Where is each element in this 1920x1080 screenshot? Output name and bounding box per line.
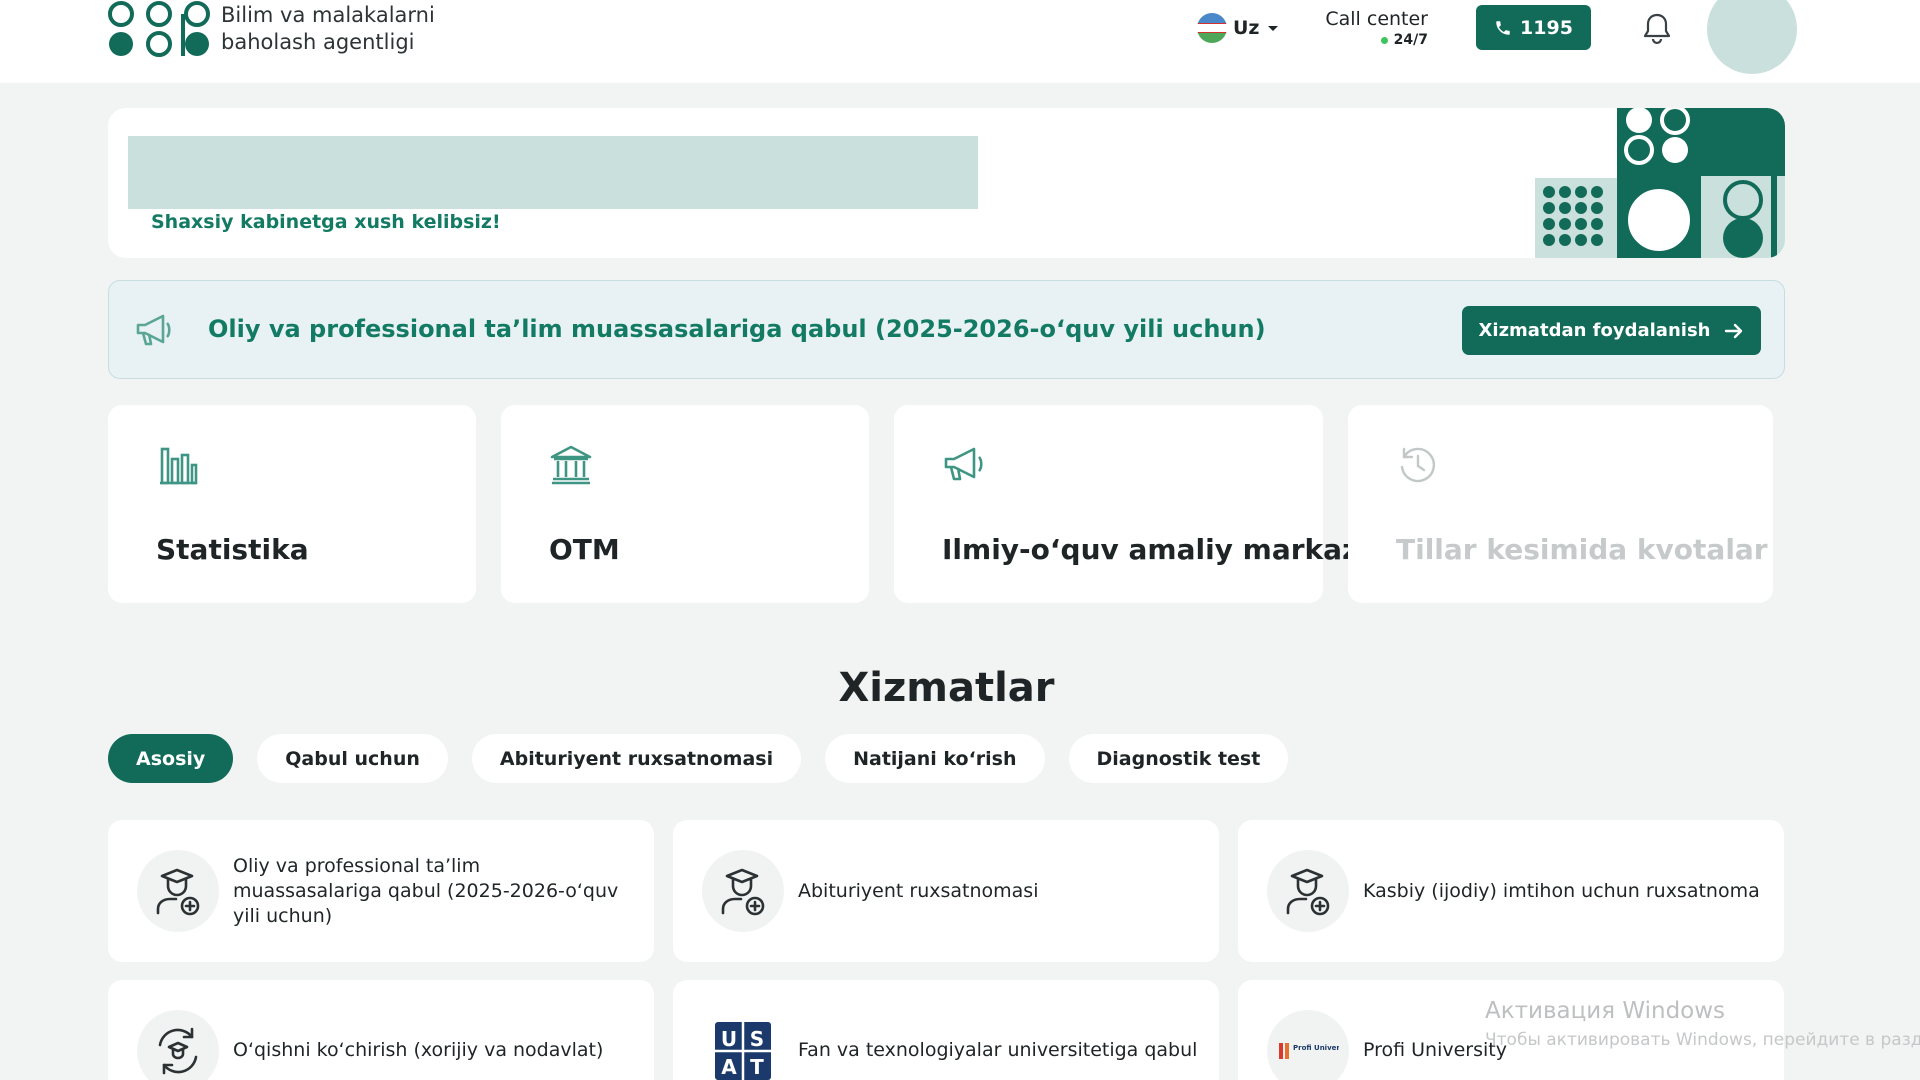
phone-icon (1496, 20, 1510, 35)
quick-link-label: OTM (549, 533, 620, 566)
graduate-add-icon (721, 868, 765, 916)
service-card-label: Fan va texnologiyalar universitetiga qab… (798, 1038, 1198, 1061)
quick-link-ilmiy-markazi[interactable]: Ilmiy-o‘quv amaliy markazi (894, 405, 1368, 603)
usat-letter: T (750, 1055, 764, 1079)
service-icon-circle (1267, 850, 1349, 932)
language-selector[interactable]: Uz (1197, 12, 1278, 44)
service-card-kasbiy-imtihon[interactable]: Kasbiy (ijodiy) imtihon uchun ruxsatnoma (1238, 820, 1784, 962)
megaphone-icon (944, 447, 983, 481)
service-icon-circle: U S A T (702, 1010, 784, 1080)
agency-name-line2: baholash agentligi (221, 30, 415, 54)
clock-history-icon (1400, 447, 1436, 483)
arrow-right-icon (1725, 323, 1743, 338)
usat-letter: S (750, 1027, 764, 1051)
service-icon-circle (702, 850, 784, 932)
tab-abituriyent-ruxsatnomasi[interactable]: Abituriyent ruxsatnomasi (471, 734, 802, 783)
quick-link-statistika[interactable]: Statistika (108, 405, 476, 603)
service-card-oqishni-kochirish[interactable]: O‘qishni ko‘chirish (xorijiy va nodavlat… (108, 980, 654, 1080)
phone-call-button[interactable]: 1195 (1476, 5, 1591, 50)
service-icon-circle (137, 1010, 219, 1080)
admission-announcement: Oliy va professional ta’lim muassasalari… (108, 280, 1785, 379)
profi-university-logo: Profi University (1279, 1043, 1339, 1059)
announcement-text: Oliy va professional ta’lim muassasalari… (208, 315, 1266, 343)
service-card-label: Abituriyent ruxsatnomasi (798, 879, 1039, 902)
call-center-info: Call center 24/7 (1310, 8, 1428, 48)
chevron-down-icon (1267, 25, 1278, 31)
user-avatar[interactable] (1707, 0, 1797, 74)
top-header: Bilim va malakalarni baholash agentligi … (0, 0, 1920, 83)
language-code: Uz (1233, 17, 1260, 39)
call-center-hours: 24/7 (1310, 32, 1428, 48)
bar-chart-icon (160, 447, 198, 485)
megaphone-icon (136, 314, 171, 346)
services-title: Xizmatlar (838, 665, 1055, 711)
windows-activation-hint: Чтобы активировать Windows, перейдите в … (1485, 1030, 1920, 1050)
uzbekistan-flag-icon (1197, 13, 1227, 43)
agency-name-line1: Bilim va malakalarni (221, 3, 435, 27)
university-building-icon (550, 445, 592, 485)
agency-logo[interactable] (108, 0, 212, 58)
service-card-fan-texnologiyalar[interactable]: U S A T Fan va texnologiyalar universite… (673, 980, 1219, 1080)
use-service-button-label: Xizmatdan foydalanish (1478, 320, 1711, 341)
quick-link-label: Tillar kesimida kvotalar (1396, 533, 1768, 566)
phone-number: 1195 (1520, 16, 1573, 39)
service-card-label: O‘qishni ko‘chirish (xorijiy va nodavlat… (233, 1038, 604, 1061)
call-center-title: Call center (1325, 8, 1428, 30)
profi-logo-text: Profi University (1293, 1044, 1339, 1052)
service-tabs: Asosiy Qabul uchun Abituriyent ruxsatnom… (108, 734, 1289, 783)
service-card-label: Kasbiy (ijodiy) imtihon uchun ruxsatnoma (1363, 879, 1760, 902)
graduate-transfer-icon (158, 1027, 198, 1075)
decorative-pattern (1535, 108, 1785, 258)
tab-natijani-korish[interactable]: Natijani ko‘rish (825, 734, 1045, 783)
call-center-hours-text: 24/7 (1393, 32, 1428, 48)
service-card-admission[interactable]: Oliy va professional ta’lim muassasalari… (108, 820, 654, 962)
notification-bell-icon[interactable] (1640, 10, 1674, 46)
quick-link-label: Statistika (156, 533, 309, 566)
welcome-greeting: Shaxsiy kabinetga xush kelibsiz! (151, 211, 501, 233)
quick-link-label: Ilmiy-o‘quv amaliy markazi (942, 533, 1368, 566)
graduate-add-icon (156, 868, 200, 916)
use-service-button[interactable]: Xizmatdan foydalanish (1462, 306, 1761, 355)
quick-link-otm[interactable]: OTM (501, 405, 869, 603)
service-card-abituriyent-ruxsatnomasi[interactable]: Abituriyent ruxsatnomasi (673, 820, 1219, 962)
usat-logo: U S A T (715, 1022, 771, 1080)
user-name-placeholder (128, 136, 978, 209)
service-card-label: Oliy va professional ta’lim muassasalari… (233, 854, 619, 927)
graduate-add-icon (1286, 868, 1330, 916)
agency-name: Bilim va malakalarni baholash agentligi (221, 2, 435, 56)
tab-qabul-uchun[interactable]: Qabul uchun (257, 734, 448, 783)
quick-link-tillar-kvotalar: Tillar kesimida kvotalar (1348, 405, 1773, 603)
service-icon-circle: Profi University (1267, 1010, 1349, 1080)
service-icon-circle (137, 850, 219, 932)
tab-asosiy[interactable]: Asosiy (108, 734, 234, 783)
welcome-banner: Shaxsiy kabinetga xush kelibsiz! (108, 108, 1785, 258)
tab-diagnostik-test[interactable]: Diagnostik test (1068, 734, 1289, 783)
online-status-dot (1380, 36, 1388, 44)
usat-letter: A (721, 1055, 737, 1079)
usat-letter: U (721, 1027, 737, 1051)
windows-activation-watermark: Активация Windows (1485, 998, 1726, 1024)
